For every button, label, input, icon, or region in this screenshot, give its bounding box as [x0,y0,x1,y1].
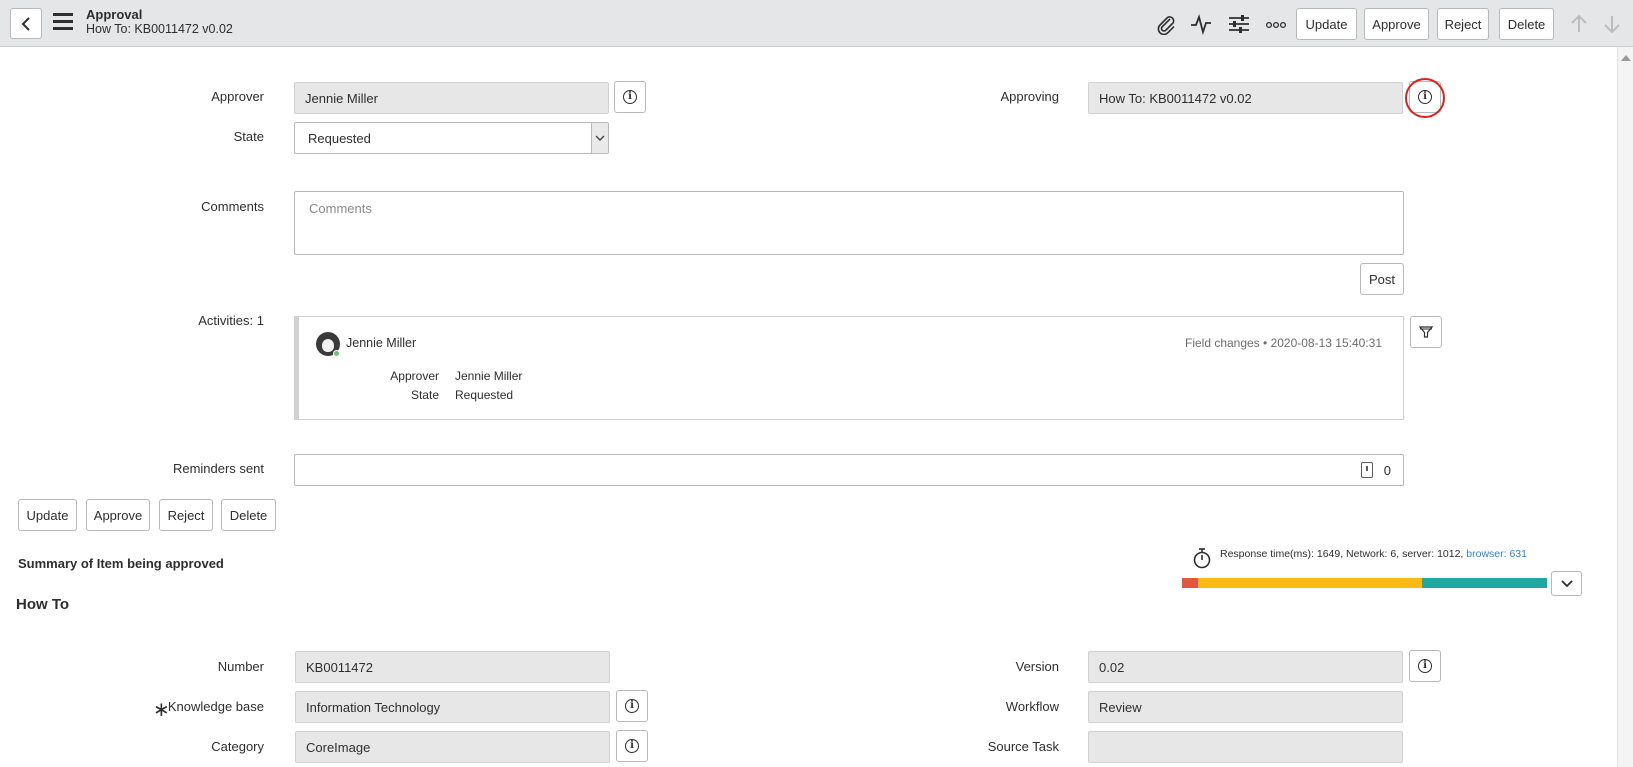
browser-time-link[interactable]: browser: 631 [1466,548,1527,560]
post-button[interactable]: Post [1360,263,1404,295]
scroll-up-arrow-icon[interactable] [1621,55,1631,61]
category-info-button[interactable]: i [616,730,648,762]
response-time-text: Response time(ms): 1649, Network: 6, ser… [1220,548,1527,560]
knowledge-base-field[interactable]: Information Technology [295,691,610,723]
knowledge-base-info-button[interactable]: i [616,690,648,722]
version-label: Version [1015,659,1059,674]
activity-filter-button[interactable] [1410,316,1442,348]
summary-heading: How To [16,596,70,613]
number-field[interactable]: KB0011472 [295,651,610,683]
response-bar-segment-network [1182,578,1198,588]
form-update-button[interactable]: Update [18,499,77,531]
approver-field[interactable]: Jennie Miller [294,82,609,114]
workflow-label: Workflow [1005,699,1059,714]
hamburger-menu-icon[interactable] [53,13,75,33]
info-icon: i [625,699,639,713]
form-header: Approval How To: KB0011472 v0.02 Update … [0,0,1633,47]
category-label: Category [211,739,264,754]
chevron-left-icon [21,16,30,31]
record-type-title: Approval [86,7,143,22]
source-task-field[interactable] [1088,731,1403,763]
activities-label: Activities: 1 [198,313,264,328]
stopwatch-icon [1192,547,1212,569]
comments-label: Comments [201,199,264,214]
number-label: Number [217,659,264,674]
reminders-sent-value: 0 [1383,463,1391,478]
form-approve-button[interactable]: Approve [86,499,150,531]
header-reject-button[interactable]: Reject [1437,8,1489,40]
info-icon: i [625,739,639,753]
chevron-down-icon [1560,579,1573,587]
state-label: State [233,129,264,144]
state-select[interactable]: Requested [294,122,609,154]
funnel-filter-icon [1419,326,1433,338]
expand-response-details-button[interactable] [1551,571,1582,596]
category-field[interactable]: CoreImage [295,731,610,763]
paperclip-icon[interactable] [1154,12,1178,36]
previous-record-arrow-icon[interactable] [1567,12,1591,36]
version-info-button[interactable]: i [1409,650,1441,682]
approver-label: Approver [211,89,264,104]
response-time-summary: Response time(ms): 1649, Network: 6, ser… [1220,548,1467,560]
version-field[interactable]: 0.02 [1088,651,1403,683]
vertical-scrollbar[interactable] [1617,47,1633,767]
more-options-icon[interactable] [1264,12,1288,36]
knowledge-base-label: Knowledge base [167,699,264,714]
response-bar-segment-browser [1422,578,1547,588]
activity-change-field: State [410,388,439,402]
info-icon: i [623,90,637,104]
header-approve-button[interactable]: Approve [1364,8,1429,40]
approving-label: Approving [1000,89,1059,104]
state-selected-value: Requested [308,130,371,146]
activity-change-field: Approver [390,369,439,383]
response-bar-segment-server [1198,578,1422,588]
personalize-form-sliders-icon[interactable] [1227,12,1251,36]
presence-online-icon [333,350,340,357]
form-reject-button[interactable]: Reject [159,499,213,531]
header-update-button[interactable]: Update [1296,8,1357,40]
counter-icon [1361,462,1373,478]
activity-change-value: Requested [455,388,514,402]
next-record-arrow-icon[interactable] [1600,12,1624,36]
highlight-circle [1405,78,1445,118]
workflow-field[interactable]: Review [1088,691,1403,723]
back-button[interactable] [10,8,42,39]
source-task-label: Source Task [987,739,1059,754]
activity-pulse-icon[interactable] [1189,12,1213,36]
comments-textarea[interactable]: Comments [294,191,1404,255]
activity-change-value: Jennie Miller [455,369,523,383]
record-display-value: How To: KB0011472 v0.02 [86,22,233,36]
header-delete-button[interactable]: Delete [1499,8,1554,40]
reminders-sent-label: Reminders sent [172,461,264,476]
info-icon: i [1418,659,1432,673]
summary-subtitle: Summary of Item being approved [18,556,224,571]
form-delete-button[interactable]: Delete [221,499,276,531]
activity-entry: Jennie Miller Field changes • 2020-08-13… [294,316,1404,420]
reminders-sent-field[interactable]: 0 [294,454,1404,486]
activity-user-name: Jennie Miller [346,336,417,350]
approving-field[interactable]: How To: KB0011472 v0.02 [1088,82,1403,114]
activity-meta: Field changes • 2020-08-13 15:40:31 [1184,336,1382,350]
chevron-down-icon[interactable] [591,123,608,153]
approver-info-button[interactable]: i [614,81,646,113]
